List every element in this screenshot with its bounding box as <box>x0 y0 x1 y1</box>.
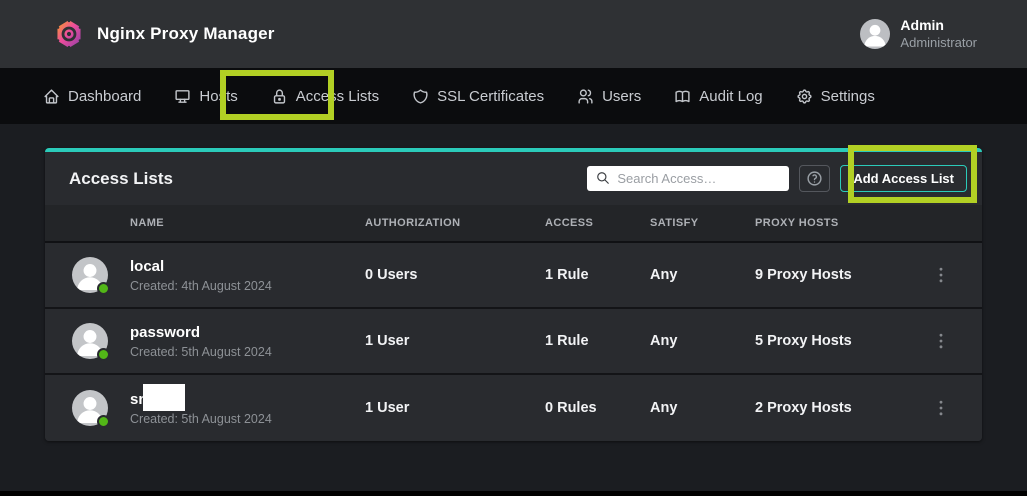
users-icon <box>577 88 594 105</box>
nav-item-audit-log[interactable]: Audit Log <box>674 88 762 105</box>
search-icon <box>596 171 610 185</box>
nav-item-access-lists[interactable]: Access Lists <box>271 88 379 105</box>
nav-label: Audit Log <box>699 88 762 105</box>
bottom-edge <box>0 491 1027 496</box>
table-header-row: NAME AUTHORIZATION ACCESS SATISFY PROXY … <box>45 205 982 243</box>
access-value: 1 Rule <box>545 333 650 349</box>
proxy-hosts-value: 5 Proxy Hosts <box>755 333 900 349</box>
status-online-dot <box>97 282 110 295</box>
row-actions-kebab-icon[interactable] <box>931 264 951 286</box>
nav-label: Users <box>602 88 641 105</box>
nav-item-ssl-certificates[interactable]: SSL Certificates <box>412 88 544 105</box>
status-online-dot <box>97 348 110 361</box>
user-role: Administrator <box>900 35 977 51</box>
avatar <box>72 257 108 293</box>
table-row: local Created: 4th August 2024 0 Users 1… <box>45 243 982 309</box>
nav-label: Hosts <box>199 88 237 105</box>
user-name: Admin <box>900 17 977 35</box>
authorization-value: 0 Users <box>365 267 545 283</box>
authorization-value: 1 User <box>365 400 545 416</box>
add-access-list-button[interactable]: Add Access List <box>840 165 967 192</box>
nav-item-dashboard[interactable]: Dashboard <box>43 88 141 105</box>
book-icon <box>674 88 691 105</box>
shield-icon <box>412 88 429 105</box>
avatar <box>72 323 108 359</box>
nav-label: Settings <box>821 88 875 105</box>
row-actions-kebab-icon[interactable] <box>931 397 951 419</box>
lock-icon <box>271 88 288 105</box>
row-actions-kebab-icon[interactable] <box>931 330 951 352</box>
nginx-proxy-manager-logo-icon <box>55 19 83 49</box>
nav-label: Dashboard <box>68 88 141 105</box>
access-lists-panel: Access Lists Add Access List NAME <box>45 148 982 441</box>
search-input[interactable] <box>587 166 789 191</box>
nav-item-settings[interactable]: Settings <box>796 88 875 105</box>
monitor-icon <box>174 88 191 105</box>
satisfy-value: Any <box>650 400 755 416</box>
nav-item-hosts[interactable]: Hosts <box>174 88 237 105</box>
column-header-access: ACCESS <box>545 217 650 229</box>
help-circle-icon <box>806 170 823 187</box>
nav-label: SSL Certificates <box>437 88 544 105</box>
home-icon <box>43 88 60 105</box>
proxy-hosts-value: 9 Proxy Hosts <box>755 267 900 283</box>
access-value: 0 Rules <box>545 400 650 416</box>
column-header-authorization: AUTHORIZATION <box>365 217 545 229</box>
column-header-satisfy: SATISFY <box>650 217 755 229</box>
column-header-name: NAME <box>130 217 365 229</box>
top-header-bar: Nginx Proxy Manager Admin Administrator <box>0 0 1027 68</box>
search-box <box>587 166 789 191</box>
access-list-name: password <box>130 324 200 342</box>
redaction-box <box>143 384 185 411</box>
nav-item-users[interactable]: Users <box>577 88 641 105</box>
avatar <box>72 390 108 426</box>
satisfy-value: Any <box>650 267 755 283</box>
main-navigation: Dashboard Hosts Access Lists SSL Certifi… <box>0 68 1027 124</box>
page-title: Access Lists <box>69 169 173 189</box>
access-list-name: local <box>130 258 164 276</box>
created-date: Created: 5th August 2024 <box>130 345 365 359</box>
table-row: sn Created: 5th August 2024 1 User 0 Rul… <box>45 375 982 441</box>
user-avatar <box>860 19 890 49</box>
satisfy-value: Any <box>650 333 755 349</box>
column-header-proxy-hosts: PROXY HOSTS <box>755 217 900 229</box>
help-button[interactable] <box>799 165 830 192</box>
panel-header: Access Lists Add Access List <box>45 152 982 205</box>
user-menu[interactable]: Admin Administrator <box>860 17 977 51</box>
proxy-hosts-value: 2 Proxy Hosts <box>755 400 900 416</box>
nav-label: Access Lists <box>296 88 379 105</box>
created-date: Created: 4th August 2024 <box>130 279 365 293</box>
access-value: 1 Rule <box>545 267 650 283</box>
app-window: Nginx Proxy Manager Admin Administrator … <box>0 0 1027 496</box>
table-row: password Created: 5th August 2024 1 User… <box>45 309 982 375</box>
app-title: Nginx Proxy Manager <box>97 24 275 44</box>
created-date: Created: 5th August 2024 <box>130 412 365 426</box>
status-online-dot <box>97 415 110 428</box>
authorization-value: 1 User <box>365 333 545 349</box>
gear-icon <box>796 88 813 105</box>
